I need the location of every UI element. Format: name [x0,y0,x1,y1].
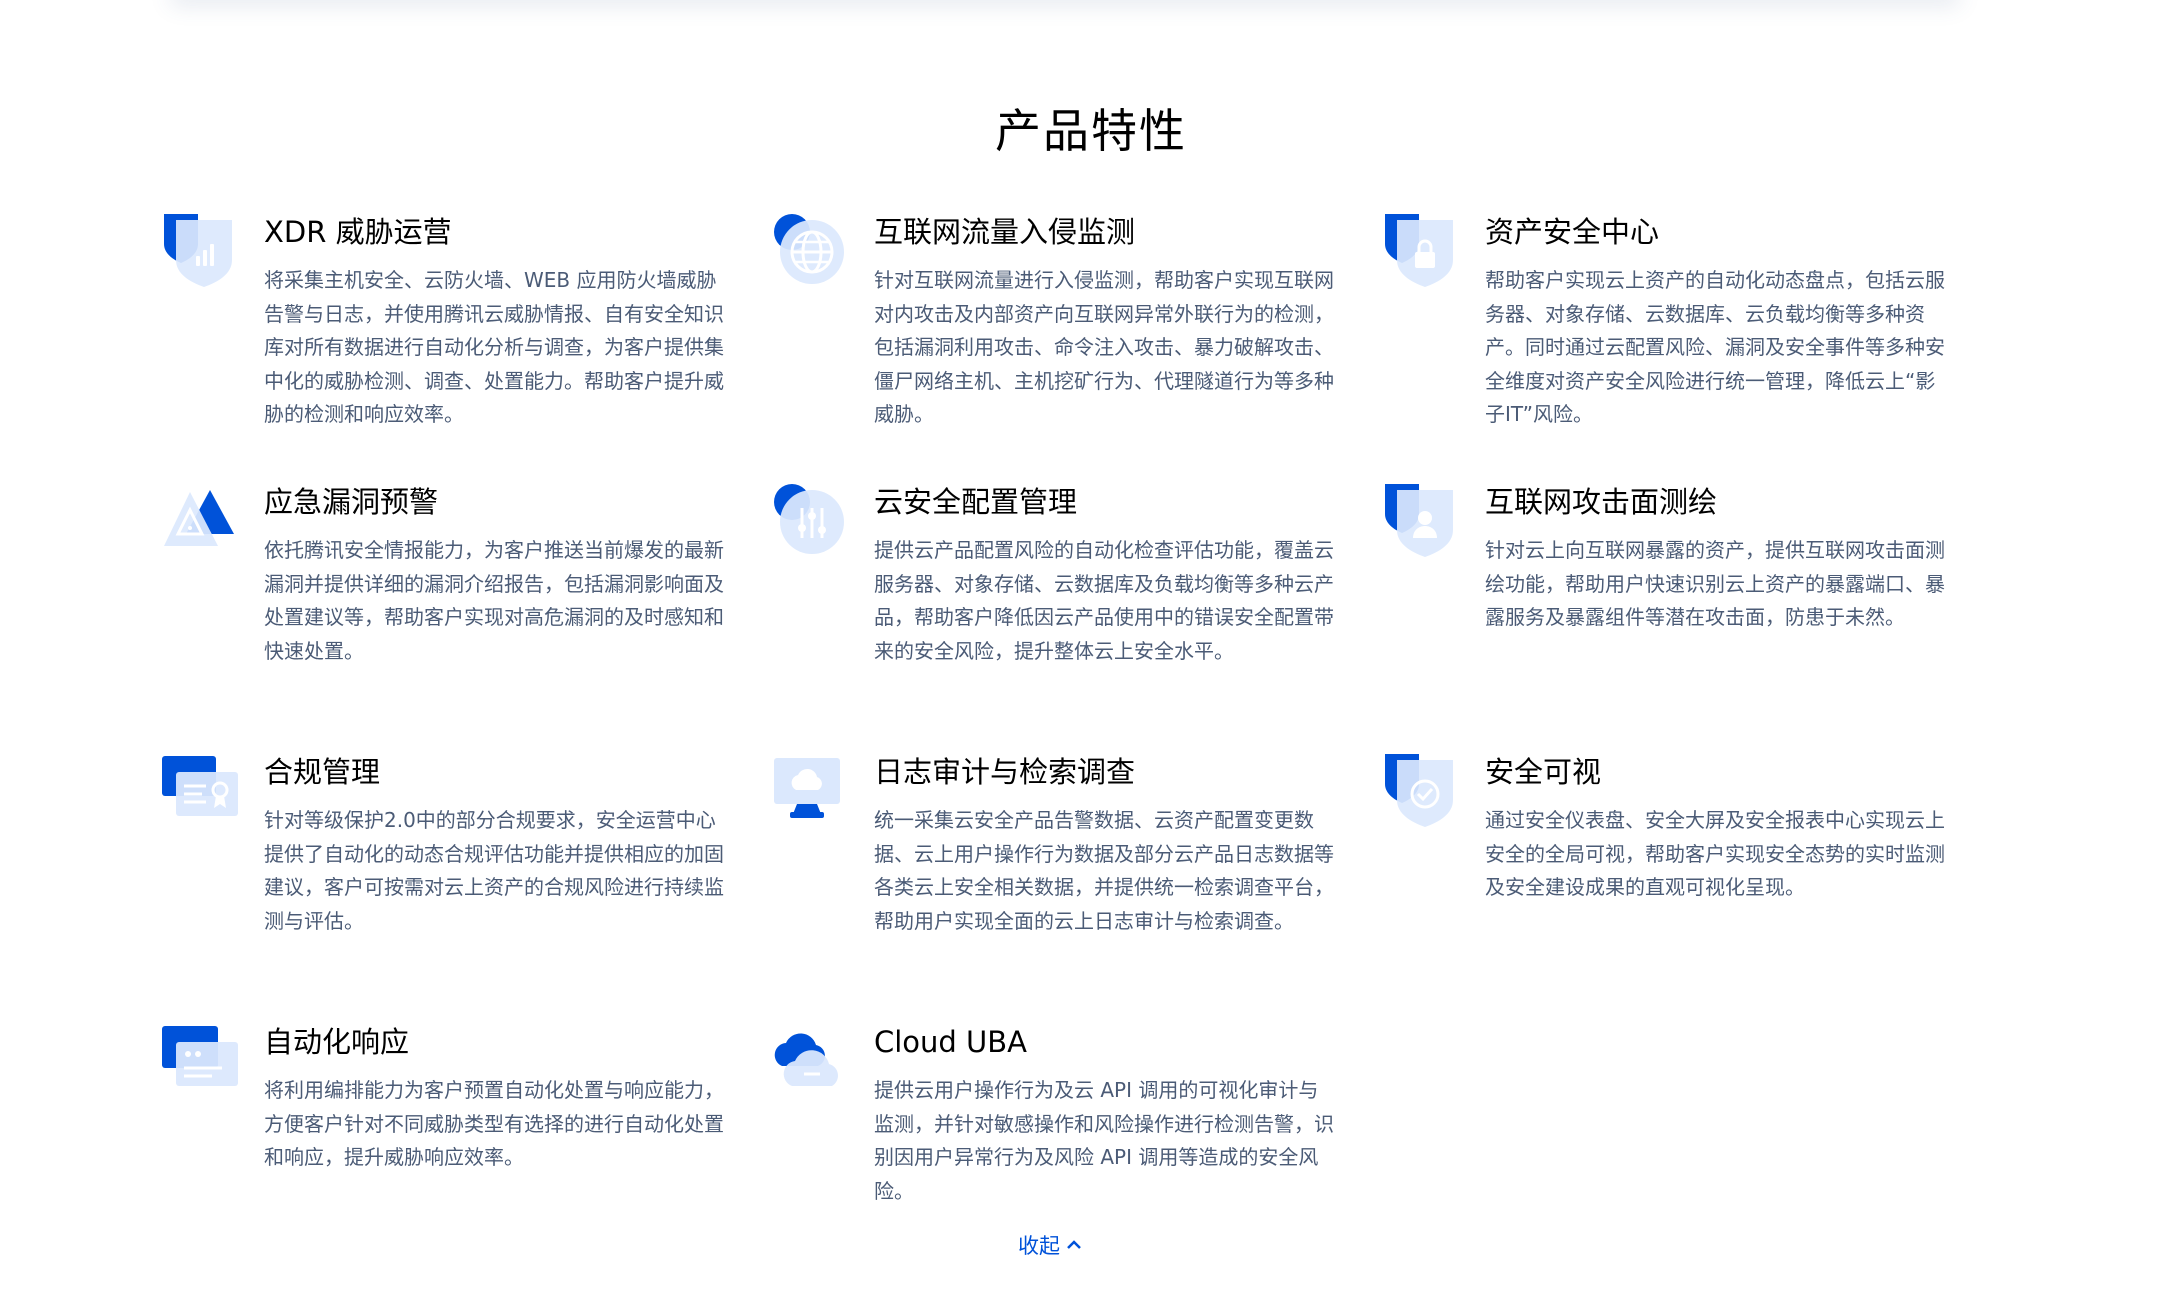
feature-title: 安全可视 [1485,755,1602,789]
monitor-cloud-icon [774,758,840,818]
settings-sliders-icon [774,484,844,554]
collapse-label: 收起 [1018,1234,1060,1258]
feature-description: 将利用编排能力为客户预置自动化处置与响应能力，方便客户针对不同威胁类型有选择的进… [264,1078,724,1169]
feature-title: 互联网流量入侵监测 [874,215,1136,249]
shield-user-icon [1385,484,1453,557]
feature-title: 合规管理 [264,755,381,789]
feature-title: XDR 威胁运营 [264,215,452,249]
feature-title: 互联网攻击面测绘 [1485,485,1718,519]
feature-description: 通过安全仪表盘、安全大屏及安全报表中心实现云上安全的全局可视，帮助客户实现安全态… [1485,808,1945,899]
chat-window-icon [162,1026,238,1086]
shield-check-icon [1385,754,1453,827]
feature-description: 依托腾讯安全情报能力，为客户推送当前爆发的最新漏洞并提供详细的漏洞介绍报告，包括… [264,538,724,663]
feature-description: 帮助客户实现云上资产的自动化动态盘点，包括云服务器、对象存储、云数据库、云负载均… [1485,268,1945,426]
shield-lock-icon [1385,214,1453,287]
feature-description: 将采集主机安全、云防火墙、WEB 应用防火墙威胁告警与日志，并使用腾讯云威胁情报… [264,268,724,426]
feature-description: 提供云产品配置风险的自动化检查评估功能，覆盖云服务器、对象存储、云数据库及负载均… [874,538,1334,663]
feature-description: 统一采集云安全产品告警数据、云资产配置变更数据、云上用户操作行为数据及部分云产品… [874,808,1334,933]
feature-title: 应急漏洞预警 [264,485,439,519]
feature-title: 云安全配置管理 [874,485,1078,519]
feature-title: Cloud UBA [874,1025,1028,1059]
certificate-icon [162,756,238,816]
cloud-icon [774,1033,838,1086]
product-features-page: 产品特性 XDR 威胁运营 将采集主机安全、云防火墙、WEB 应用防火墙威胁告警… [0,0,2182,1290]
feature-title: 日志审计与检索调查 [874,755,1136,789]
globe-icon [774,214,844,284]
feature-title: 自动化响应 [264,1025,410,1059]
shield-chart-icon [164,214,232,287]
feature-description: 针对互联网流量进行入侵监测，帮助客户实现互联网对内攻击及内部资产向互联网异常外联… [874,268,1334,426]
feature-title: 资产安全中心 [1485,215,1660,249]
feature-description: 提供云用户操作行为及云 API 调用的可视化审计与监测，并针对敏感操作和风险操作… [874,1078,1334,1203]
chevron-up-icon [1067,1240,1081,1249]
section-title: 产品特性 [995,104,1187,158]
collapse-button[interactable]: 收起 [1018,1230,1082,1260]
feature-description: 针对等级保护2.0中的部分合规要求，安全运营中心提供了自动化的动态合规评估功能并… [264,808,724,933]
warning-triangle-icon [164,490,234,546]
feature-description: 针对云上向互联网暴露的资产，提供互联网攻击面测绘功能，帮助用户快速识别云上资产的… [1485,538,1945,629]
